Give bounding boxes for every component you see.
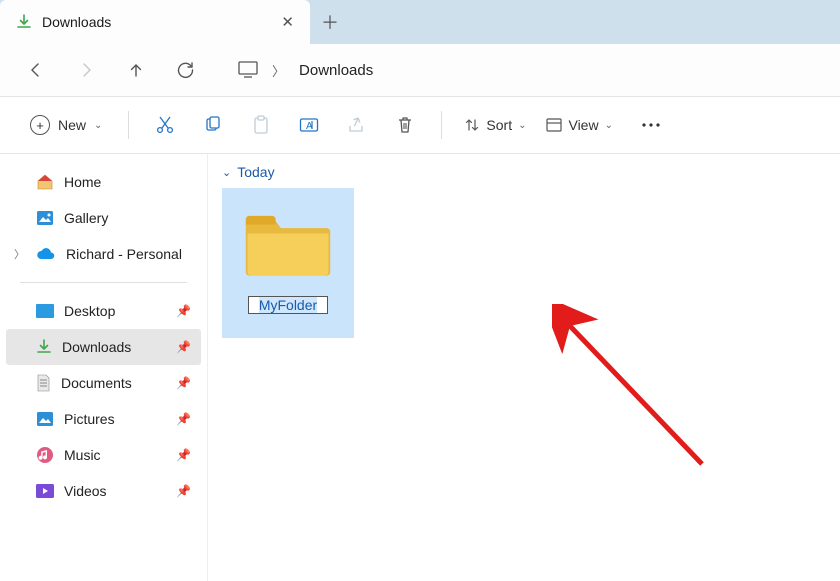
sort-button[interactable]: Sort ⌄	[458, 117, 532, 133]
delete-button[interactable]	[385, 109, 425, 141]
toolbar: + New ⌄ A Sort ⌄ View ⌄	[0, 97, 840, 153]
paste-button[interactable]	[241, 109, 281, 141]
pin-icon: 📌	[176, 412, 191, 426]
sidebar-item-onedrive-personal[interactable]: 〉 Richard - Personal	[6, 236, 201, 272]
new-button[interactable]: + New ⌄	[20, 108, 112, 142]
sidebar-item-label: Pictures	[64, 411, 115, 427]
sort-icon	[464, 117, 480, 133]
group-header-today[interactable]: ⌄ Today	[222, 164, 826, 180]
up-button[interactable]	[116, 50, 156, 90]
sidebar-item-label: Documents	[61, 375, 132, 391]
sort-label: Sort	[486, 117, 512, 133]
sidebar-item-label: Richard - Personal	[66, 246, 182, 262]
cut-button[interactable]	[145, 109, 185, 141]
breadcrumb[interactable]: 〉 Downloads	[230, 52, 381, 88]
group-label: Today	[237, 164, 274, 180]
body: Home Gallery 〉 Richard - Personal Deskto…	[0, 154, 840, 581]
pin-icon: 📌	[176, 340, 191, 354]
sidebar-item-label: Desktop	[64, 303, 115, 319]
rename-button[interactable]: A	[289, 109, 329, 141]
pin-icon: 📌	[176, 484, 191, 498]
view-icon	[546, 118, 562, 132]
pin-icon: 📌	[176, 448, 191, 462]
sidebar-item-label: Music	[64, 447, 101, 463]
copy-button[interactable]	[193, 109, 233, 141]
new-tab-button[interactable]: ＋	[310, 9, 350, 35]
tab-title: Downloads	[42, 14, 111, 30]
tabs-bar: Downloads ✕ ＋	[0, 0, 840, 44]
refresh-button[interactable]	[166, 50, 206, 90]
rename-text: MyFolder	[259, 297, 317, 313]
chevron-down-icon: ⌄	[94, 120, 102, 131]
chevron-down-icon: ⌄	[518, 120, 526, 131]
cloud-icon	[36, 247, 56, 261]
view-button[interactable]: View ⌄	[540, 117, 618, 133]
pin-icon: 📌	[176, 304, 191, 318]
gallery-icon	[36, 210, 54, 226]
breadcrumb-segment[interactable]: Downloads	[299, 62, 373, 79]
download-icon	[36, 339, 52, 355]
separator	[128, 111, 129, 139]
sidebar: Home Gallery 〉 Richard - Personal Deskto…	[0, 154, 208, 581]
divider	[20, 282, 187, 283]
sidebar-item-downloads[interactable]: Downloads 📌	[6, 329, 201, 365]
tab-downloads[interactable]: Downloads ✕	[0, 0, 310, 44]
pictures-icon	[36, 411, 54, 427]
close-icon[interactable]: ✕	[281, 13, 294, 31]
rename-input[interactable]: MyFolder	[248, 296, 328, 314]
sidebar-item-label: Home	[64, 174, 101, 190]
chevron-right-icon[interactable]: 〉	[272, 61, 285, 80]
sidebar-item-gallery[interactable]: Gallery	[6, 200, 201, 236]
forward-button[interactable]	[66, 50, 106, 90]
download-icon	[16, 14, 32, 30]
sidebar-item-desktop[interactable]: Desktop 📌	[6, 293, 201, 329]
chevron-right-icon[interactable]: 〉	[14, 246, 25, 262]
sidebar-item-label: Videos	[64, 483, 107, 499]
sidebar-item-label: Gallery	[64, 210, 108, 226]
sidebar-item-videos[interactable]: Videos 📌	[6, 473, 201, 509]
annotation-arrow	[552, 304, 732, 484]
videos-icon	[36, 484, 54, 498]
documents-icon	[36, 374, 51, 392]
home-icon	[36, 174, 54, 190]
more-button[interactable]	[627, 109, 675, 141]
chevron-down-icon: ⌄	[222, 166, 231, 179]
pin-icon: 📌	[176, 376, 191, 390]
sidebar-item-documents[interactable]: Documents 📌	[6, 365, 201, 401]
monitor-icon	[238, 61, 258, 79]
folder-icon	[244, 200, 332, 288]
new-label: New	[58, 117, 86, 133]
sidebar-item-pictures[interactable]: Pictures 📌	[6, 401, 201, 437]
plus-circle-icon: +	[30, 115, 50, 135]
music-icon	[36, 446, 54, 464]
sidebar-item-label: Downloads	[62, 339, 131, 355]
separator	[441, 111, 442, 139]
back-button[interactable]	[16, 50, 56, 90]
view-label: View	[568, 117, 598, 133]
address-row: 〉 Downloads	[0, 44, 840, 96]
desktop-icon	[36, 304, 54, 318]
share-button[interactable]	[337, 109, 377, 141]
folder-item-selected[interactable]: MyFolder	[222, 188, 354, 338]
sidebar-item-music[interactable]: Music 📌	[6, 437, 201, 473]
content-pane: ⌄ Today MyFolder	[208, 154, 840, 581]
sidebar-item-home[interactable]: Home	[6, 164, 201, 200]
chevron-down-icon: ⌄	[605, 120, 613, 131]
